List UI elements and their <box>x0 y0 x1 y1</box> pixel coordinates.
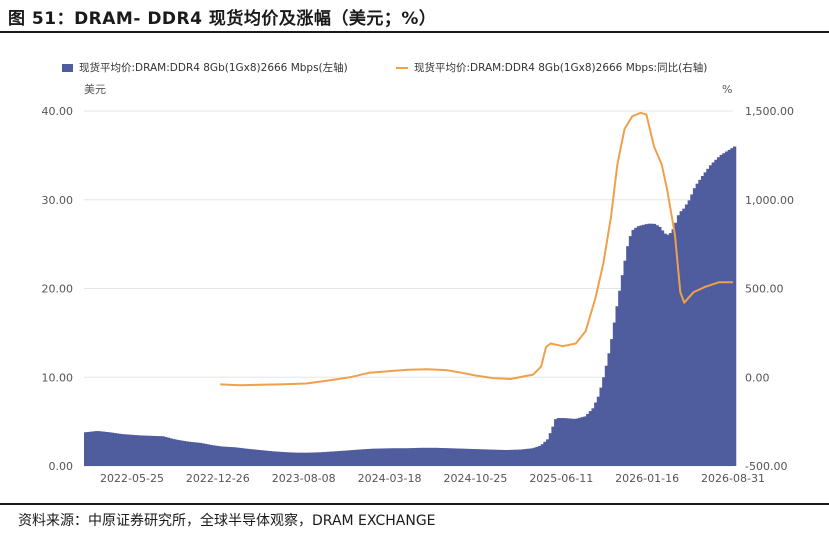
right-tick-label: 0.00 <box>745 371 770 384</box>
x-tick-label: 2026-08-31 <box>701 472 765 485</box>
left-tick-label: 0.00 <box>49 460 74 473</box>
price-bar <box>733 146 737 466</box>
right-axis-unit: % <box>722 83 732 96</box>
left-axis-unit: 美元 <box>84 83 106 96</box>
right-tick-label: 1,000.00 <box>745 194 794 207</box>
x-tick-label: 2022-05-25 <box>100 472 164 485</box>
x-tick-label: 2023-08-08 <box>272 472 336 485</box>
right-tick-label: 1,500.00 <box>745 105 794 118</box>
bottom-rule <box>0 503 829 505</box>
chart: 0.0010.0020.0030.0040.00-500.000.00500.0… <box>42 83 794 485</box>
left-tick-label: 10.00 <box>42 371 74 384</box>
x-tick-label: 2022-12-26 <box>186 472 250 485</box>
bar-series <box>84 146 737 467</box>
x-tick-label: 2024-03-18 <box>358 472 422 485</box>
left-tick-label: 40.00 <box>42 105 74 118</box>
left-tick-label: 20.00 <box>42 283 74 296</box>
x-tick-label: 2024-10-25 <box>443 472 507 485</box>
right-tick-label: 500.00 <box>745 283 784 296</box>
x-tick-label: 2025-06-11 <box>529 472 593 485</box>
left-tick-label: 30.00 <box>42 194 74 207</box>
source-note: 资料来源：中原证券研究所，全球半导体观察，DRAM EXCHANGE <box>18 513 436 529</box>
x-tick-label: 2026-01-16 <box>615 472 679 485</box>
